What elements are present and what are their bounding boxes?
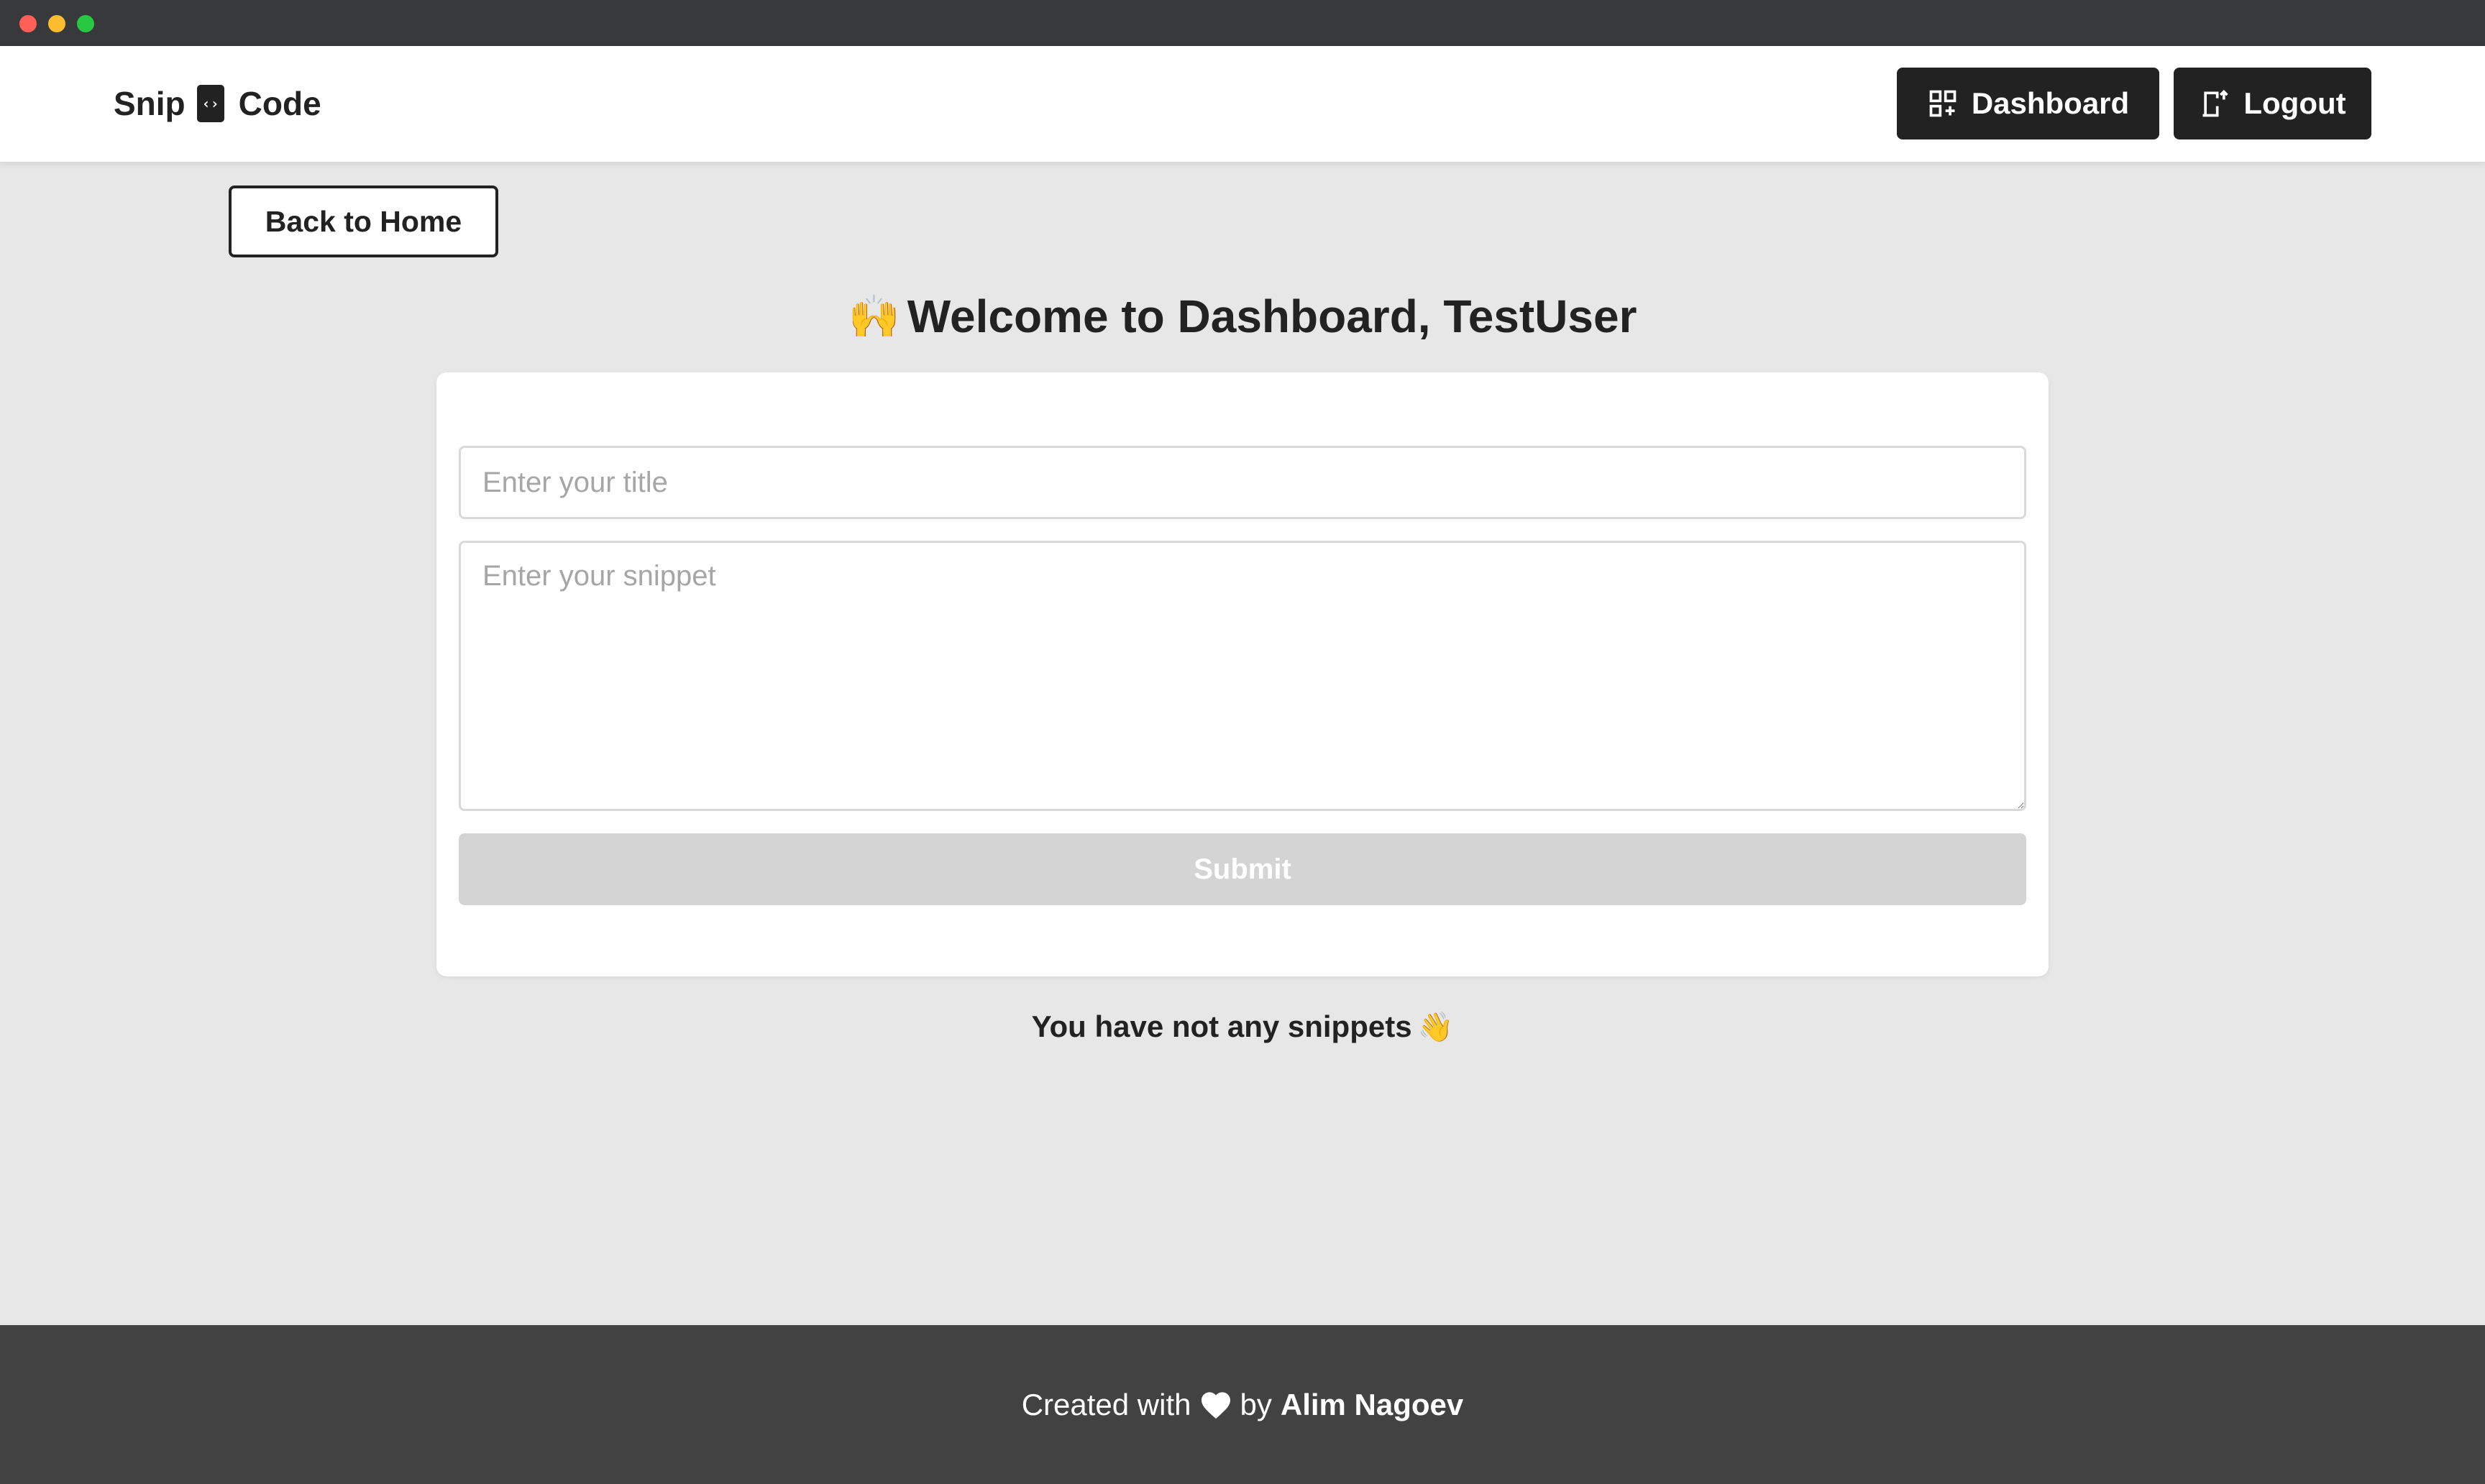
waving-hand-emoji: 👋 bbox=[1417, 1010, 1454, 1044]
empty-state-message: You have not any snippets 👋 bbox=[0, 1005, 2485, 1048]
grid-plus-icon bbox=[1929, 90, 1957, 117]
footer-prefix: Created with bbox=[1021, 1387, 1191, 1421]
submit-button[interactable]: Submit bbox=[459, 833, 2026, 905]
snippet-form-card: Submit bbox=[436, 372, 2049, 976]
footer-by: by bbox=[1240, 1387, 1272, 1421]
page-title-text: Welcome to Dashboard, TestUser bbox=[907, 290, 1637, 342]
navbar: Snip ‹› Code Dashboard Logout bbox=[0, 46, 2485, 162]
window-titlebar bbox=[0, 0, 2485, 46]
heart-icon bbox=[1201, 1391, 1230, 1419]
code-icon: ‹› bbox=[196, 85, 224, 122]
logout-button[interactable]: Logout bbox=[2174, 68, 2371, 139]
footer: Created with by Alim Nagoev bbox=[0, 1325, 2485, 1484]
minimize-window-button[interactable] bbox=[48, 15, 65, 32]
page-title: 🙌 Welcome to Dashboard, TestUser bbox=[0, 284, 2485, 349]
brand-text-snip: Snip bbox=[114, 85, 186, 122]
raising-hands-emoji: 🙌 bbox=[848, 291, 900, 341]
door-exit-icon bbox=[2202, 89, 2229, 117]
snippet-textarea[interactable] bbox=[459, 541, 2026, 811]
dashboard-button-label: Dashboard bbox=[1971, 86, 2130, 120]
logout-button-label: Logout bbox=[2243, 86, 2346, 120]
title-input[interactable] bbox=[459, 446, 2026, 519]
footer-author: Alim Nagoev bbox=[1280, 1387, 1464, 1421]
close-window-button[interactable] bbox=[19, 15, 37, 32]
back-to-home-button[interactable]: Back to Home bbox=[229, 186, 498, 257]
brand-text-code: Code bbox=[238, 85, 321, 122]
maximize-window-button[interactable] bbox=[77, 15, 94, 32]
dashboard-button[interactable]: Dashboard bbox=[1897, 68, 2159, 139]
empty-state-text: You have not any snippets bbox=[1031, 1009, 1412, 1043]
brand-logo-link[interactable]: Snip ‹› Code bbox=[114, 82, 321, 125]
